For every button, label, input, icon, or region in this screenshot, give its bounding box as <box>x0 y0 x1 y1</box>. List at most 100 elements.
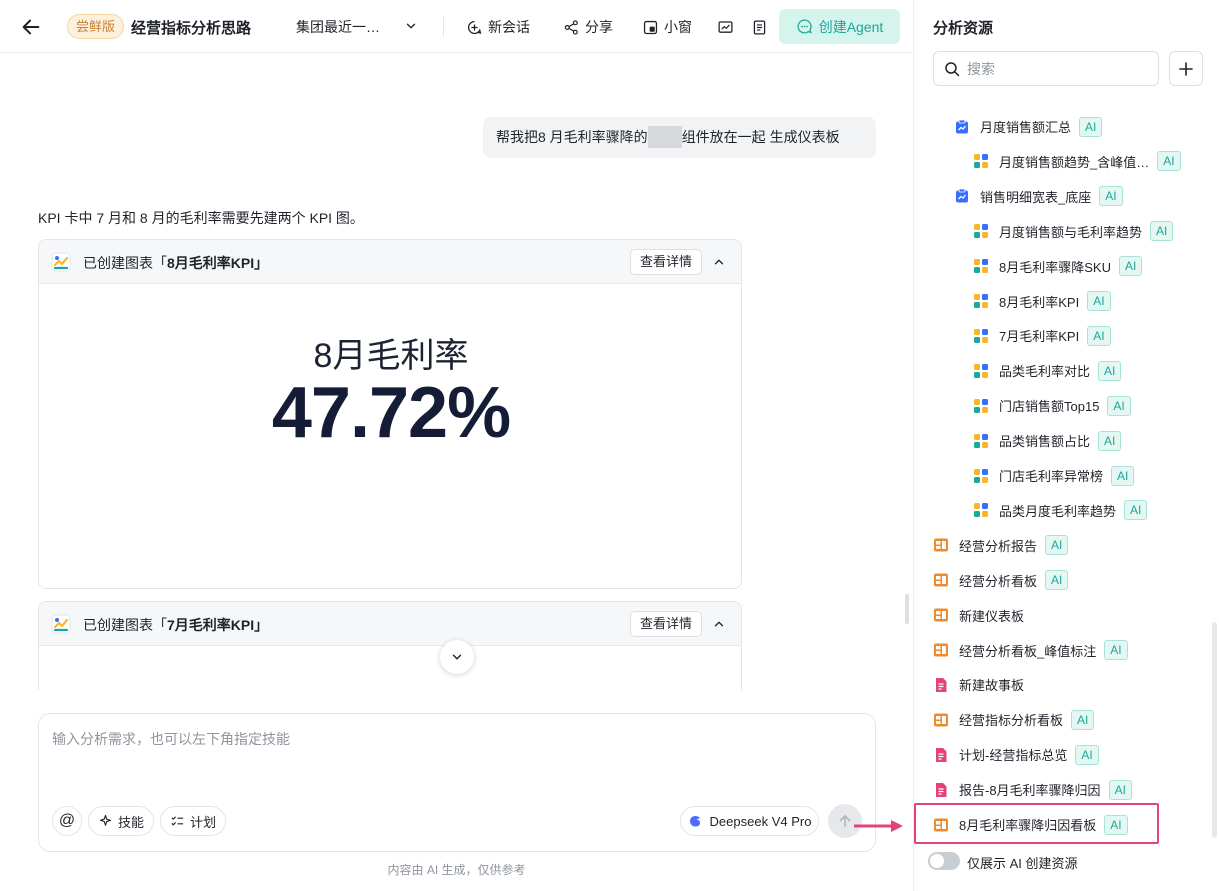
chat-header: 尝鲜版 经营指标分析思路 集团最近一… 新会话 分享 小窗 创建Agent <box>0 0 913 53</box>
resource-item[interactable]: 月度销售额与毛利率趋势 AI <box>973 214 1174 249</box>
ai-only-toggle-label: 仅展示 AI 创建资源 <box>967 856 1078 871</box>
chart-icon <box>973 153 989 169</box>
search-input[interactable] <box>967 58 1147 80</box>
resource-item-label: 经营分析看板 <box>959 573 1038 589</box>
chart-view-button[interactable] <box>717 15 734 39</box>
chevron-down-icon[interactable] <box>404 19 418 33</box>
resource-item[interactable]: 门店销售额Top15 AI <box>973 388 1131 423</box>
resource-item-label: 计划-经营指标总览 <box>959 748 1068 764</box>
ai-only-toggle[interactable] <box>928 852 960 870</box>
dashboard-icon <box>933 712 949 728</box>
resource-item[interactable]: 月度销售额趋势_含峰值… AI <box>973 144 1181 179</box>
resource-item[interactable]: 品类月度毛利率趋势 AI <box>973 493 1148 528</box>
resource-item-label: 7月毛利率KPI <box>999 329 1080 345</box>
resource-item[interactable]: 经营分析看板 AI <box>933 563 1069 598</box>
resource-item[interactable]: 计划-经营指标总览 AI <box>933 737 1099 772</box>
chevron-up-icon[interactable] <box>712 255 726 269</box>
chart-icon <box>973 363 989 379</box>
chart-icon <box>973 223 989 239</box>
resource-item[interactable]: 品类毛利率对比 AI <box>973 353 1122 388</box>
resource-item[interactable]: 门店毛利率异常榜 AI <box>973 458 1135 493</box>
resources-panel: 分析资源 月度销售额汇总AI月度销售额趋势_含峰值…AI销售明细宽表_底座AI月… <box>913 0 1219 891</box>
chart-card-header[interactable]: 已创建图表「7月毛利率KPI」 查看详情 <box>39 602 741 646</box>
dashboard-icon <box>933 572 949 588</box>
chart-card-title-suffix: 」 <box>254 255 269 271</box>
view-details-button[interactable]: 查看详情 <box>630 249 702 275</box>
resource-item[interactable]: 7月毛利率KPI AI <box>973 318 1111 353</box>
ai-badge: AI <box>1108 779 1132 800</box>
resource-item-label: 门店毛利率异常榜 <box>999 469 1104 484</box>
new-chat-label: 新会话 <box>488 19 530 35</box>
resource-item[interactable]: 经营指标分析看板 AI <box>933 702 1095 737</box>
back-arrow-icon[interactable] <box>20 16 42 38</box>
resource-item[interactable]: 经营分析报告 AI <box>933 528 1069 563</box>
chart-icon <box>973 328 989 344</box>
chart-card-title-prefix: 已创建图表「 <box>83 255 167 271</box>
ai-disclaimer: 内容由 AI 生成，仅供参考 <box>387 863 526 877</box>
resource-search[interactable] <box>933 51 1159 86</box>
panel-resize-handle[interactable] <box>905 594 909 624</box>
resource-item-label: 经营分析报告 <box>959 538 1038 554</box>
resource-item-label: 新建故事板 <box>959 678 1025 694</box>
highlight-box <box>914 803 1159 844</box>
new-chat-button[interactable]: 新会话 <box>466 15 530 39</box>
user-message-text-before: 帮我把8 月毛利率骤降的 <box>496 129 648 145</box>
resource-item[interactable]: 新建仪表板 <box>933 598 1024 633</box>
resource-tree: 月度销售额汇总 AI 月度销售额趋势_含峰值… AI 销售明细宽表_底座 AI 月度销售额与… <box>914 109 1219 844</box>
mini-window-button[interactable]: 小窗 <box>642 15 692 39</box>
ai-badge: AI <box>1045 535 1069 556</box>
share-button[interactable]: 分享 <box>563 15 613 39</box>
deepseek-logo-icon <box>689 816 700 827</box>
sparkle-icon <box>99 814 112 826</box>
resource-item[interactable]: 8月毛利率KPI AI <box>973 284 1111 319</box>
chart-icon <box>973 293 989 309</box>
scroll-to-bottom-button[interactable] <box>440 640 474 674</box>
view-details-button[interactable]: 查看详情 <box>630 611 702 637</box>
kpi-value: 47.72% <box>271 373 511 453</box>
resource-item-label: 新建仪表板 <box>959 608 1025 624</box>
add-resource-button[interactable] <box>1169 51 1203 86</box>
resource-item[interactable]: 品类销售额占比 AI <box>973 423 1122 458</box>
dashboard-icon <box>933 537 949 553</box>
report-icon <box>933 747 949 763</box>
chart-icon <box>973 502 989 518</box>
chart-card-title-suffix: 」 <box>254 617 269 633</box>
arrow-up-icon <box>839 815 851 827</box>
dataset-selector[interactable]: 集团最近一… <box>296 17 380 37</box>
resource-item[interactable]: 新建故事板 <box>933 667 1024 702</box>
skill-label: 技能 <box>117 814 144 830</box>
share-icon <box>564 19 578 35</box>
chart-icon <box>973 258 989 274</box>
message-input[interactable] <box>52 729 852 789</box>
resource-item-label: 报告-8月毛利率骤降归因 <box>959 783 1101 799</box>
skill-button[interactable]: 技能 <box>88 806 154 836</box>
resource-item[interactable]: 8月毛利率骤降SKU AI <box>973 249 1143 284</box>
chart-card-title-prefix: 已创建图表「 <box>83 617 167 633</box>
notes-button[interactable] <box>751 15 768 39</box>
resource-item-label: 经营分析看板_峰值标注 <box>959 643 1097 659</box>
sidebar-scrollbar[interactable] <box>1212 622 1217 838</box>
chart-icon <box>973 433 989 449</box>
chevron-up-icon[interactable] <box>712 617 726 631</box>
resource-item[interactable]: 月度销售额汇总 AI <box>954 109 1103 144</box>
resource-item[interactable]: 销售明细宽表_底座 AI <box>954 179 1123 214</box>
create-agent-button[interactable]: 创建Agent <box>779 9 900 44</box>
resource-item[interactable]: 经营分析看板_峰值标注 AI <box>933 633 1128 668</box>
resource-item-label: 门店销售额Top15 <box>999 399 1100 415</box>
chart-card-header[interactable]: 已创建图表「8月毛利率KPI」 查看详情 <box>39 240 741 284</box>
resource-item[interactable]: 报告-8月毛利率骤降归因 AI <box>933 772 1132 807</box>
model-selector[interactable]: Deepseek V4 Pro <box>680 806 819 836</box>
mention-button[interactable]: @ <box>52 806 82 836</box>
ai-badge: AI <box>1150 221 1174 242</box>
user-message: 帮我把8 月毛利率骤降的 组件放在一起 生成仪表板 <box>483 117 876 158</box>
trial-badge: 尝鲜版 <box>67 14 125 39</box>
checklist-icon <box>171 815 184 826</box>
chart-card-title-name: 7月毛利率KPI <box>167 617 255 633</box>
chart-card-title: 已创建图表「8月毛利率KPI」 <box>83 253 268 273</box>
chart-card-title: 已创建图表「7月毛利率KPI」 <box>83 615 268 635</box>
ai-badge: AI <box>1098 430 1122 451</box>
plan-button[interactable]: 计划 <box>160 806 226 836</box>
chart-result-card: 已创建图表「8月毛利率KPI」 查看详情 8月毛利率 47.72% <box>38 239 742 589</box>
resources-title: 分析资源 <box>933 20 994 37</box>
search-icon <box>945 62 960 77</box>
